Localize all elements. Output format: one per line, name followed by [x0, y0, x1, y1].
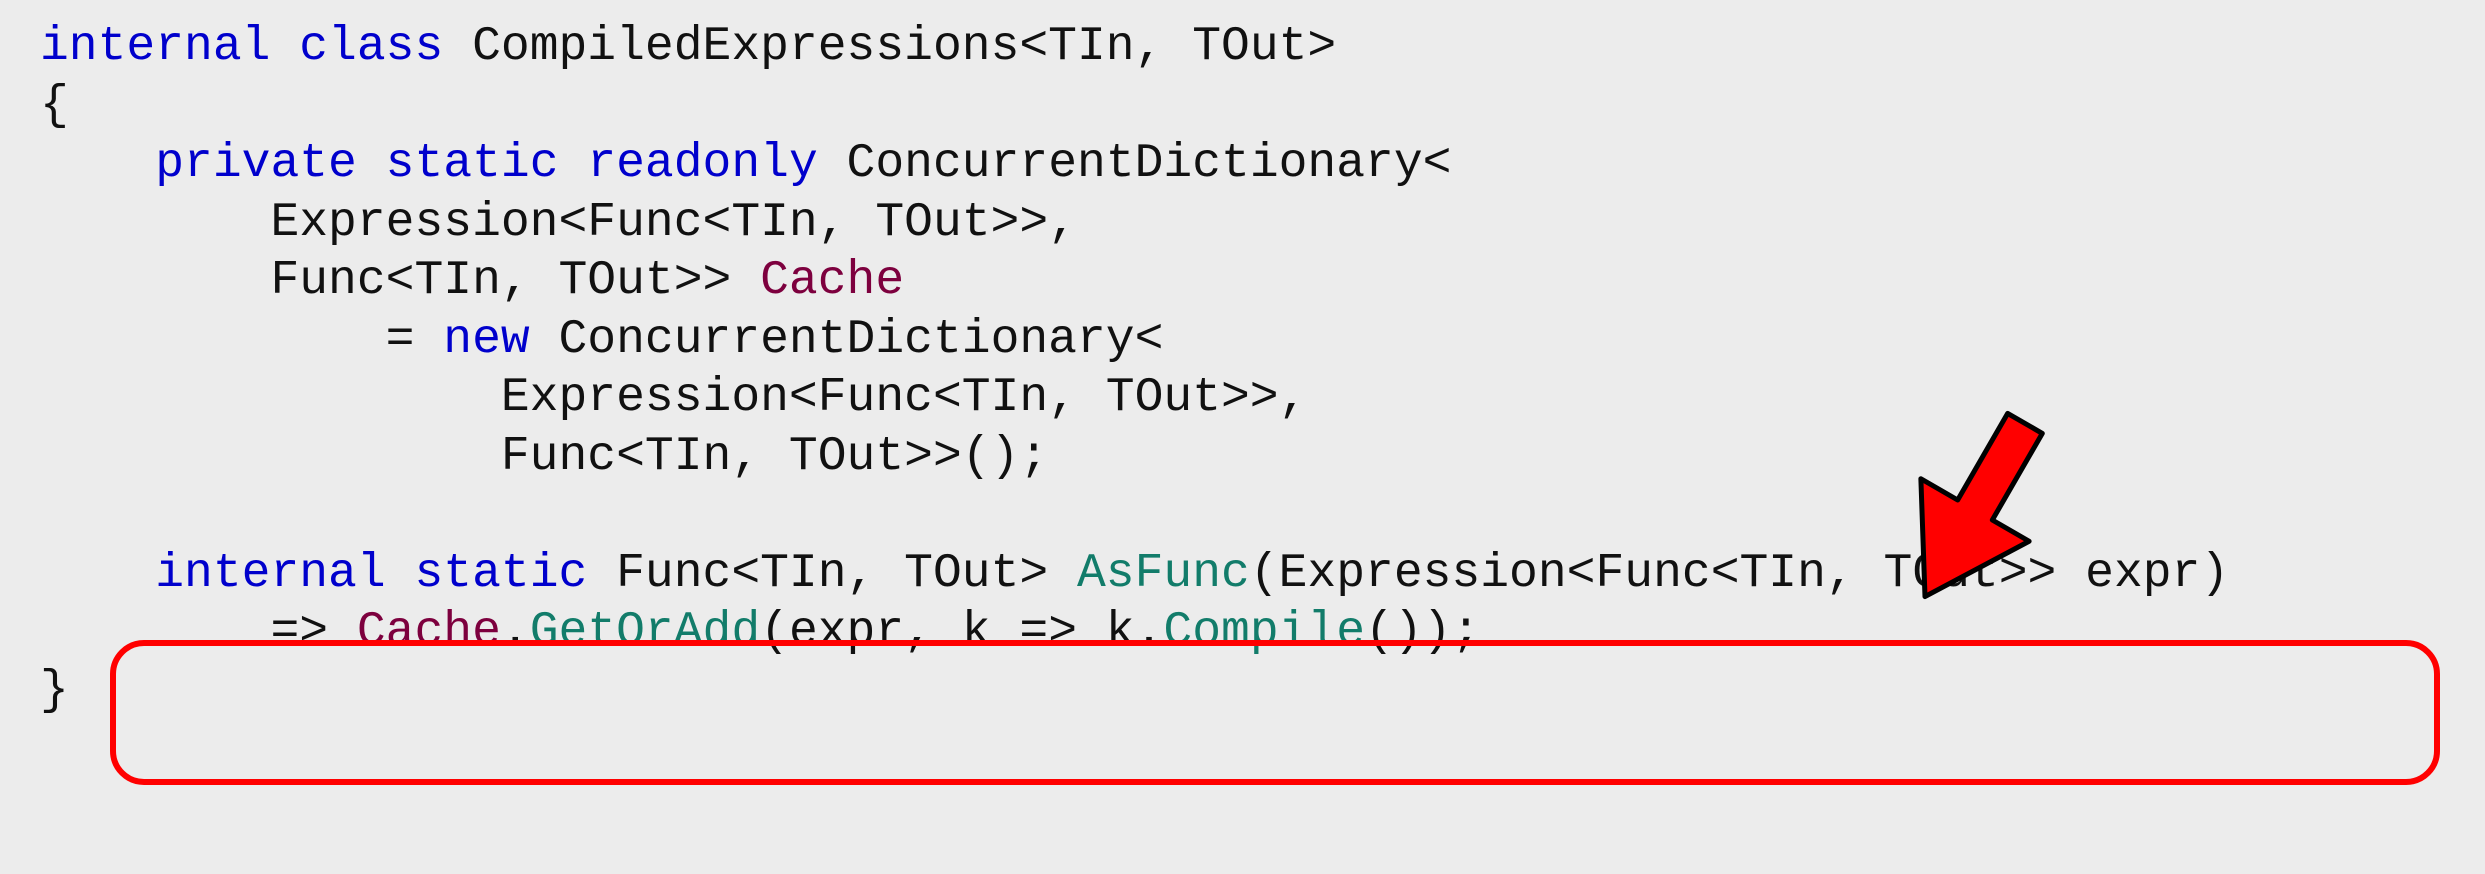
method-asfunc: AsFunc — [1077, 547, 1250, 601]
keyword-internal2: internal — [155, 547, 385, 601]
type-func-line: Func<TIn, TOut>> — [40, 254, 760, 308]
dot: . — [501, 605, 530, 659]
code-block: internal class CompiledExpressions<TIn, … — [0, 0, 2485, 874]
type-func-line2: Func<TIn, TOut>>(); — [40, 430, 1048, 484]
method-compile: Compile — [1163, 605, 1365, 659]
type-new-concurrentdictionary: ConcurrentDictionary< — [530, 313, 1164, 367]
arrow-op: => — [40, 605, 357, 659]
args2: ()); — [1365, 605, 1480, 659]
keyword-static2: static — [414, 547, 587, 601]
member-cache2: Cache — [357, 605, 501, 659]
type-concurrentdictionary: ConcurrentDictionary< — [818, 137, 1452, 191]
code-text: internal class CompiledExpressions<TIn, … — [40, 18, 2445, 721]
keyword-private: private — [155, 137, 357, 191]
return-type: Func<TIn, TOut> — [587, 547, 1077, 601]
class-decl: CompiledExpressions<TIn, TOut> — [443, 20, 1336, 74]
brace-close: } — [40, 664, 69, 718]
type-expression-line: Expression<Func<TIn, TOut>>, — [40, 196, 1077, 250]
member-cache: Cache — [760, 254, 904, 308]
assign: = — [40, 313, 443, 367]
keyword-static: static — [386, 137, 559, 191]
method-getoradd: GetOrAdd — [530, 605, 760, 659]
keyword-internal: internal — [40, 20, 270, 74]
args1: (expr, k => k. — [760, 605, 1163, 659]
brace-open: { — [40, 79, 69, 133]
type-expression-line2: Expression<Func<TIn, TOut>>, — [40, 371, 1307, 425]
keyword-class: class — [299, 20, 443, 74]
keyword-new: new — [443, 313, 529, 367]
params: (Expression<Func<TIn, TOut>> expr) — [1250, 547, 2229, 601]
keyword-readonly: readonly — [587, 137, 817, 191]
